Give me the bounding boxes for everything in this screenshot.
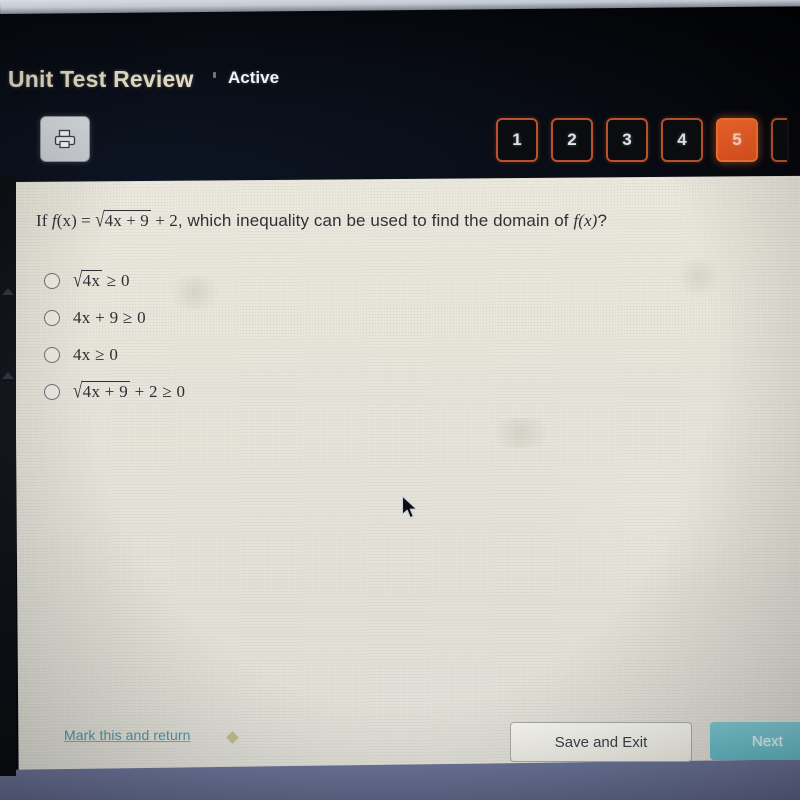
question-nav-button-3[interactable]: 3 [606, 118, 648, 162]
printer-icon [53, 128, 77, 150]
next-button[interactable]: Next [710, 722, 800, 760]
answer-option-d[interactable]: √4x + 9 + 2 ≥ 0 [44, 373, 185, 410]
answer-option-b[interactable]: 4x + 9 ≥ 0 [44, 299, 185, 336]
mark-this-and-return-link[interactable]: Mark this and return [64, 727, 191, 743]
screen-photo: Unit Test Review Active 1 2 3 4 5 If f(x… [0, 0, 800, 800]
question-nav-button-6-partial[interactable] [771, 118, 787, 162]
radio-button-d[interactable] [44, 383, 60, 400]
tab-active[interactable]: Active [228, 68, 279, 88]
question-fn-arg: (x) [56, 211, 77, 230]
question-nav-button-4[interactable]: 4 [661, 118, 703, 162]
question-mark: ? [597, 211, 608, 230]
save-and-exit-button[interactable]: Save and Exit [510, 722, 692, 762]
mouse-pointer-icon [401, 495, 419, 526]
radicand: 4x [81, 270, 103, 290]
answer-options: √4x ≥ 0 4x + 9 ≥ 0 4x ≥ 0 √4x + 9 + 2 ≥ … [44, 262, 185, 410]
page-title: Unit Test Review [8, 66, 194, 92]
answer-option-c[interactable]: 4x ≥ 0 [44, 336, 185, 373]
radical-sign: √ [73, 267, 83, 292]
answer-option-a[interactable]: √4x ≥ 0 [44, 262, 185, 299]
radio-button-c[interactable] [44, 346, 60, 363]
toolbar: 1 2 3 4 5 [0, 108, 800, 170]
answer-option-d-label: √4x + 9 + 2 ≥ 0 [73, 378, 186, 403]
print-button[interactable] [40, 116, 90, 162]
radical-sign: √ [95, 207, 105, 232]
radical-sign: √ [73, 378, 83, 403]
radicand: 4x + 9 [103, 210, 151, 230]
tab-separator-dot [213, 72, 216, 78]
answer-option-b-label: 4x + 9 ≥ 0 [73, 307, 146, 327]
question-nav: 1 2 3 4 5 [496, 118, 787, 162]
radio-button-a[interactable] [44, 272, 60, 289]
option-d-radical-expression: √4x + 9 [73, 378, 131, 403]
question-text: If f(x) = √4x + 9 + 2, which inequality … [36, 207, 608, 232]
option-a-tail: ≥ 0 [102, 271, 130, 290]
question-equals: = [76, 211, 96, 230]
question-nav-button-2[interactable]: 2 [551, 118, 593, 162]
radio-button-b[interactable] [44, 309, 60, 326]
answer-option-c-label: 4x ≥ 0 [73, 344, 119, 364]
option-d-tail: + 2 ≥ 0 [130, 382, 186, 401]
question-prefix: If [36, 211, 52, 230]
question-fn-tail: f(x) [573, 211, 598, 230]
question-radical-expression: √4x + 9 [95, 207, 151, 232]
answer-option-a-label: √4x ≥ 0 [73, 267, 130, 292]
question-plus-term: + 2 [150, 211, 178, 230]
question-nav-button-5-current[interactable]: 5 [716, 118, 758, 162]
question-nav-button-1[interactable]: 1 [496, 118, 538, 162]
question-suffix: , which inequality can be used to find t… [177, 211, 574, 230]
header-bar: Unit Test Review Active [0, 66, 800, 110]
radicand: 4x + 9 [81, 381, 131, 401]
option-a-radical-expression: √4x [73, 267, 103, 292]
